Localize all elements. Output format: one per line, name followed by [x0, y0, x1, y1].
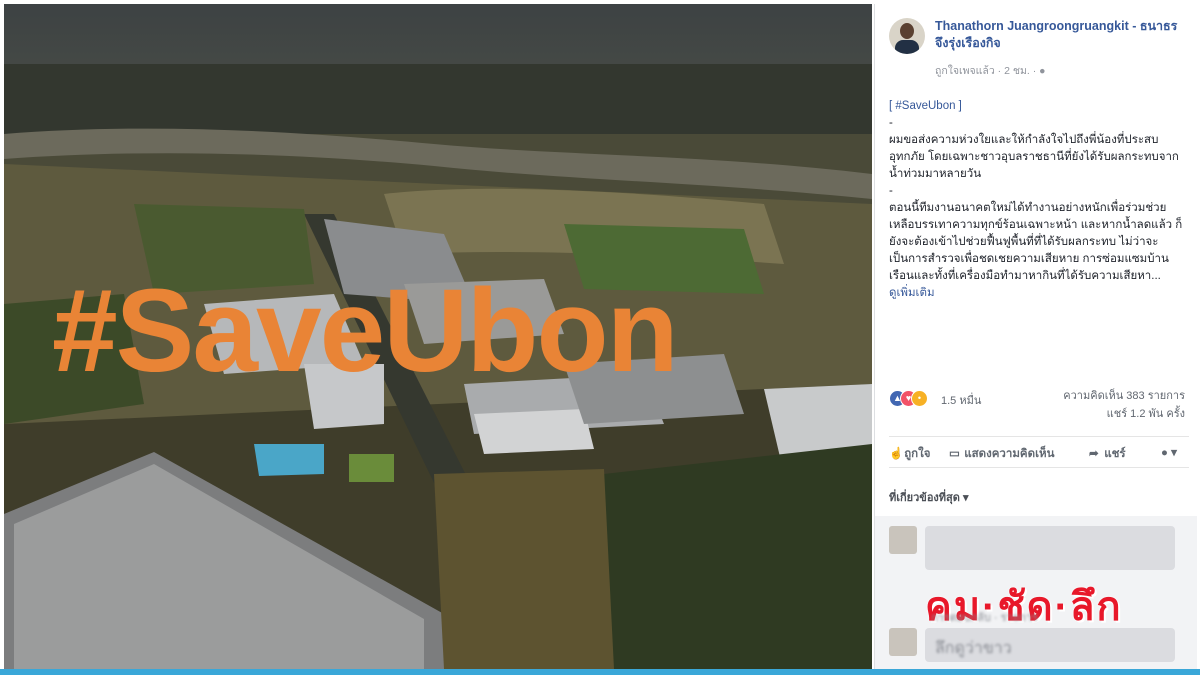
avatar-body — [895, 40, 919, 54]
share-label: แชร์ — [1104, 448, 1126, 460]
commenter-avatar — [889, 526, 917, 554]
sad-reaction-icon: • — [911, 390, 928, 407]
blurred-comment-meta: การตอบกลับ · รายการ — [931, 612, 1038, 624]
blurred-comment-text: ลึกดูว่าขาว — [935, 640, 1012, 657]
comment-label: แสดงความคิดเห็น — [964, 448, 1055, 460]
globe-icon: ● — [1039, 65, 1046, 77]
post-sidebar: Thanathorn Juangroongruangkit - ธนาธร จึ… — [874, 4, 1197, 669]
share-arrow-icon: ➦ — [1089, 448, 1099, 460]
comment-count[interactable]: ความคิดเห็น 383 รายการ — [1063, 386, 1185, 404]
like-button[interactable]: ☝ ถูกใจ — [889, 445, 930, 463]
comment-sort-dropdown[interactable]: ที่เกี่ยวข้องที่สุด ▾ — [889, 488, 968, 506]
save-ubon-hashtag: #SaveUbon — [52, 265, 679, 397]
post-meta-text: ถูกใจเพจแล้ว · 2 ชม. · — [935, 65, 1040, 77]
bottom-accent-bar — [0, 669, 1200, 675]
author-name-link[interactable]: Thanathorn Juangroongruangkit - ธนาธร จึ… — [935, 18, 1189, 52]
reaction-count[interactable]: 1.5 หมื่น — [941, 391, 981, 409]
like-label: ถูกใจ — [904, 448, 931, 460]
reactions-summary: ▲ ♥ • 1.5 หมื่น ความคิดเห็น 383 รายการ แ… — [889, 384, 1189, 420]
reaction-icons[interactable]: ▲ ♥ • — [889, 390, 937, 407]
page-identity-selector[interactable]: ● ▾ — [1161, 445, 1177, 459]
blurred-comment — [925, 526, 1175, 570]
post-paragraph: ตอนนี้ทีมงานอนาคตใหม่ได้ทำงานอย่างหนักเพ… — [889, 202, 1183, 282]
page-identity-icon: ● — [1161, 447, 1168, 459]
post-separator: - — [889, 185, 893, 197]
action-bar: ☝ ถูกใจ ▭ แสดงความคิดเห็น ➦ แชร์ ● ▾ — [889, 436, 1189, 468]
comments-section: คม·ชัด·ลึก การตอบกลับ · รายการ ลึกดูว่าข… — [875, 516, 1197, 669]
post-paragraph: ผมขอส่งความห่วงใยและให้กำลังใจไปถึงพี่น้… — [889, 134, 1179, 180]
see-more-link[interactable]: ดูเพิ่มเติม — [889, 285, 1189, 302]
post-photo[interactable]: #SaveUbon — [4, 4, 872, 669]
share-button[interactable]: ➦ แชร์ — [1089, 445, 1126, 463]
post-separator: - — [889, 117, 893, 129]
chevron-down-icon: ▾ — [1171, 447, 1177, 459]
comment-bubble-icon: ▭ — [949, 448, 960, 460]
comment-button[interactable]: ▭ แสดงความคิดเห็น — [949, 445, 1054, 463]
post-header: Thanathorn Juangroongruangkit - ธนาธร จึ… — [889, 18, 1189, 78]
post-meta: ถูกใจเพจแล้ว · 2 ชม. · ● — [935, 62, 1045, 79]
avatar-head — [900, 23, 914, 39]
author-avatar[interactable] — [889, 18, 925, 54]
share-count[interactable]: แชร์ 1.2 พัน ครั้ง — [1107, 404, 1185, 422]
post-tag[interactable]: [ #SaveUbon ] — [889, 98, 1189, 115]
thumbs-up-icon: ☝ — [889, 448, 904, 460]
post-body: [ #SaveUbon ] - ผมขอส่งความห่วงใยและให้ก… — [889, 98, 1189, 302]
commenter-avatar — [889, 628, 917, 656]
